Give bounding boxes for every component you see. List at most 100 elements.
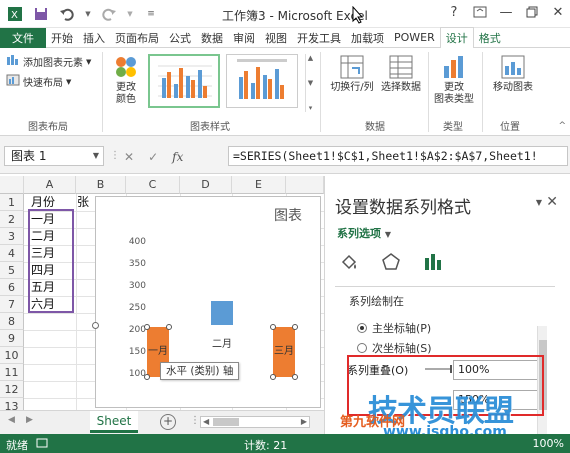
change-chart-type-button[interactable]: 更改 图表类型: [430, 54, 478, 106]
row-header[interactable]: 10: [0, 347, 24, 364]
bar-selection-handle[interactable]: [292, 324, 298, 330]
column-header-a[interactable]: A: [24, 176, 76, 194]
name-box[interactable]: 图表 1 ▼: [4, 146, 104, 166]
y-tick-label: 300: [129, 281, 146, 291]
move-chart-button[interactable]: 移动图表: [486, 54, 540, 94]
bar-selection-handle[interactable]: [270, 324, 276, 330]
column-header-f[interactable]: [286, 176, 324, 194]
row-header[interactable]: 7: [0, 296, 24, 313]
grid-line: [76, 194, 77, 410]
tab-design[interactable]: 设计: [439, 27, 474, 48]
tab-review[interactable]: 审阅: [228, 28, 260, 48]
bar-selection-handle[interactable]: [166, 324, 172, 330]
horizontal-scrollbar[interactable]: ◀ ▶: [200, 416, 310, 428]
tab-data[interactable]: 数据: [196, 28, 228, 48]
add-sheet-button[interactable]: +: [160, 414, 176, 430]
sheet-tab-sheet1[interactable]: Sheet: [90, 411, 138, 433]
tab-split-dots-icon[interactable]: ⋮: [190, 415, 200, 426]
quick-layout-button[interactable]: 快速布局 ▼: [6, 74, 71, 89]
row-header[interactable]: 1: [0, 194, 24, 211]
chart-style-2[interactable]: [226, 54, 298, 108]
chevron-down-icon[interactable]: ▼: [93, 147, 99, 165]
restore-icon[interactable]: [524, 4, 540, 20]
help-button[interactable]: ?: [446, 4, 462, 20]
switch-row-column-button[interactable]: 切换行/列: [326, 54, 378, 94]
select-data-icon: [388, 54, 414, 80]
column-header-e[interactable]: E: [232, 176, 286, 194]
row-header[interactable]: 3: [0, 228, 24, 245]
customize-qat-icon[interactable]: ≡: [142, 5, 160, 23]
tab-view[interactable]: 视图: [260, 28, 292, 48]
tab-file[interactable]: 文件: [0, 27, 46, 48]
plot-series-on-heading: 系列绘制在: [349, 295, 404, 308]
scroll-right-icon[interactable]: ▶: [301, 417, 307, 426]
style-gallery-scroll[interactable]: ▲ ▼ ▾: [305, 54, 315, 112]
pane-options-icon[interactable]: ▼: [536, 198, 542, 207]
cell-b1[interactable]: 张: [74, 194, 89, 211]
formula-bar-buttons: ✕ ✓ fx: [124, 150, 183, 164]
series-options-dropdown[interactable]: 系列选项 ▼: [337, 225, 391, 241]
gallery-up-icon[interactable]: ▲: [308, 54, 313, 62]
formula-input[interactable]: =SERIES(Sheet1!$C$1,Sheet1!$A$2:$A$7,She…: [228, 146, 568, 166]
tab-format[interactable]: 格式: [474, 28, 506, 48]
effects-pentagon-icon[interactable]: [381, 252, 401, 275]
scroll-thumb[interactable]: [213, 418, 239, 426]
tab-addins[interactable]: 加载项: [346, 28, 389, 48]
column-header-d[interactable]: D: [180, 176, 232, 194]
y-tick-label: 400: [129, 237, 146, 247]
bar-selection-handle[interactable]: [270, 374, 276, 380]
minimize-icon[interactable]: —: [498, 4, 514, 20]
row-header[interactable]: 5: [0, 262, 24, 279]
tab-insert[interactable]: 插入: [78, 28, 110, 48]
bar-0-1[interactable]: [211, 301, 233, 325]
cancel-icon[interactable]: ✕: [124, 150, 134, 164]
select-all-corner[interactable]: [0, 176, 24, 194]
prev-sheet-icon[interactable]: ◀: [8, 415, 15, 425]
row-header[interactable]: 2: [0, 211, 24, 228]
tab-page-layout[interactable]: 页面布局: [110, 28, 164, 48]
row-header[interactable]: 9: [0, 330, 24, 347]
tab-formulas[interactable]: 公式: [164, 28, 196, 48]
ribbon-display-icon[interactable]: [472, 4, 488, 20]
gallery-more-icon[interactable]: ▾: [309, 104, 313, 112]
tab-home[interactable]: 开始: [46, 28, 78, 48]
tab-power[interactable]: POWER: [389, 28, 440, 48]
redo-icon[interactable]: [100, 5, 118, 23]
column-header-c[interactable]: C: [126, 176, 180, 194]
macro-record-icon[interactable]: [36, 437, 48, 452]
collapse-ribbon-icon[interactable]: ^: [558, 121, 566, 131]
undo-dropdown-icon[interactable]: ▼: [84, 5, 92, 23]
undo-icon[interactable]: [58, 5, 76, 23]
row-header[interactable]: 8: [0, 313, 24, 330]
enter-check-icon[interactable]: ✓: [148, 150, 158, 164]
row-header[interactable]: 13: [0, 398, 24, 410]
gallery-down-icon[interactable]: ▼: [308, 79, 313, 87]
row-header[interactable]: 12: [0, 381, 24, 398]
zoom-level[interactable]: 100%: [533, 437, 564, 450]
redo-dropdown-icon[interactable]: ▼: [126, 5, 134, 23]
column-header-b[interactable]: B: [76, 176, 126, 194]
next-sheet-icon[interactable]: ▶: [26, 415, 33, 425]
secondary-axis-radio[interactable]: 次坐标轴(S): [357, 340, 432, 356]
change-colors-button[interactable]: 更改 颜色: [108, 54, 144, 106]
resize-handle[interactable]: [92, 322, 99, 329]
fill-line-icon[interactable]: [339, 252, 359, 275]
chart-style-1[interactable]: [148, 54, 220, 108]
save-icon[interactable]: [32, 5, 50, 23]
bar-selection-handle[interactable]: [144, 324, 150, 330]
row-header[interactable]: 11: [0, 364, 24, 381]
close-icon[interactable]: ✕: [546, 194, 558, 210]
row-header[interactable]: 6: [0, 279, 24, 296]
bar-selection-handle[interactable]: [292, 374, 298, 380]
select-data-button[interactable]: 选择数据: [378, 54, 424, 94]
add-chart-element-button[interactable]: 添加图表元素 ▼: [6, 54, 91, 69]
series-options-bars-icon[interactable]: [423, 252, 443, 275]
scroll-left-icon[interactable]: ◀: [203, 417, 209, 426]
close-icon[interactable]: ✕: [550, 4, 566, 20]
group-label-type: 类型: [443, 122, 463, 133]
insert-function-button[interactable]: fx: [172, 150, 183, 164]
row-header[interactable]: 4: [0, 245, 24, 262]
bar-selection-handle[interactable]: [144, 374, 150, 380]
primary-axis-radio[interactable]: 主坐标轴(P): [357, 320, 431, 336]
tab-developer[interactable]: 开发工具: [292, 28, 346, 48]
